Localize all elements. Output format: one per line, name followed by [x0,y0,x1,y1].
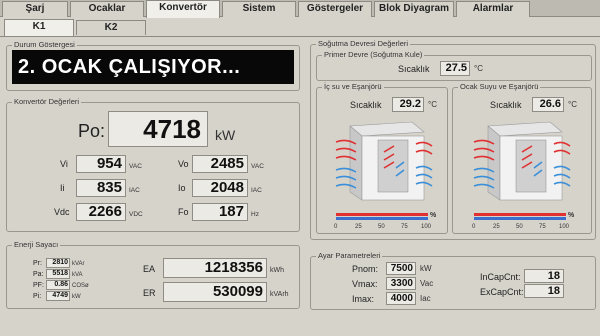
er-value: 530099 [163,282,267,302]
pr-value: 2810 [46,258,70,268]
subtab-divider [0,36,600,37]
ea-value: 1218356 [163,258,267,278]
vo-value: 2485 [192,155,248,173]
ocak-temp-unit: °C [568,100,577,109]
io-value: 2048 [192,179,248,197]
imax-label: Imax: [352,294,375,304]
status-panel-title: Durum Göstergesi [12,40,77,49]
fo-value: 187 [192,203,248,221]
status-display: 2. OCAK ÇALIŞIYOR... [12,50,294,84]
imax-value: 4000 [386,292,416,305]
po-value: 4718 [108,111,208,147]
energy-panel-title: Enerji Sayacı [12,240,61,249]
ii-label: Ii [60,183,65,193]
tab-k1[interactable]: K1 [4,19,74,36]
ocak-scale-0: 0 [472,224,476,230]
ocak-scale-75: 75 [539,224,546,230]
incap-label: InCapCnt: [480,272,521,282]
pa-unit: kVA [72,272,83,278]
inner-red-bar [336,213,428,216]
vmax-unit: Vac [420,279,434,288]
cooling-panel-title: Soğutma Devresi Değerleri [316,39,411,48]
ea-label: EA [143,264,156,274]
ocak-scale-50: 50 [516,224,523,230]
vi-label: Vi [60,159,68,169]
pnom-unit: kW [420,264,432,273]
inner-pct: % [430,212,437,219]
pnom-value: 7500 [386,262,416,275]
primer-panel-title: Primer Devre (Soğutma Kule) [322,50,425,59]
vo-label: Vo [178,159,189,169]
inner-temp-unit: °C [428,100,437,109]
ocak-scale-25: 25 [493,224,500,230]
main-tab-bar: Şarj Ocaklar Konvertör Sistem Göstergele… [0,0,600,18]
fo-unit: Hz [251,211,259,218]
primer-temp-value: 27.5 [440,61,470,76]
po-label: Po: [78,121,106,141]
po-unit: kW [215,127,236,143]
vi-unit: VAC [129,163,142,170]
ii-value: 835 [76,179,126,197]
pi-value: 4749 [46,291,70,301]
tab-konvertor[interactable]: Konvertör [146,0,220,18]
fo-label: Fo [178,207,189,217]
ocak-pct: % [568,212,575,219]
ii-unit: IAC [129,187,140,194]
primer-temp-unit: °C [474,64,483,73]
er-unit: kVArh [270,291,289,298]
vi-value: 954 [76,155,126,173]
io-unit: IAC [251,187,262,194]
tab-alarmlar[interactable]: Alarmlar [456,1,530,17]
tab-k2[interactable]: K2 [76,20,146,35]
excap-label: ExCapCnt: [480,287,524,297]
inner-exchanger-title: İç su ve Eşanjörü [322,82,384,91]
vo-unit: VAC [251,163,264,170]
er-label: ER [143,288,156,298]
inner-blue-bar [336,217,428,220]
vmax-label: Vmax: [352,279,378,289]
vdc-value: 2266 [76,203,126,221]
tab-sarj[interactable]: Şarj [2,1,68,17]
ocak-scale-100: 100 [559,224,570,230]
vmax-value: 3300 [386,277,416,290]
vdc-label: Vdc [54,207,70,217]
converter-panel-title: Konvertör Değerleri [12,97,82,106]
ea-unit: kWh [270,267,284,274]
ocak-exchanger-diagram [473,121,571,201]
inner-temp-label: Sıcaklık [350,100,382,110]
pf-unit: COSø [72,283,89,289]
tab-blok-diyagram[interactable]: Blok Diyagram [374,1,454,17]
ocak-temp-value: 26.6 [532,97,564,112]
inner-scale-0: 0 [334,224,338,230]
params-panel-title: Ayar Parametreleri [316,251,383,260]
tab-sistem[interactable]: Sistem [222,1,296,17]
ocak-red-bar [474,213,566,216]
inner-temp-value: 29.2 [392,97,424,112]
pi-unit: kW [72,294,81,300]
inner-scale-50: 50 [378,224,385,230]
pnom-label: Pnom: [352,264,379,274]
pr-unit: kVAr [72,261,85,267]
pf-value: 0.86 [46,280,70,290]
tab-gostergeler[interactable]: Göstergeler [298,1,372,17]
incap-value: 18 [524,269,564,283]
pr-label: Pr: [33,260,42,267]
tab-ocaklar[interactable]: Ocaklar [70,1,144,17]
ocak-temp-label: Sıcaklık [490,100,522,110]
inner-scale-100: 100 [421,224,432,230]
inner-scale-25: 25 [355,224,362,230]
ocak-blue-bar [474,217,566,220]
inner-scale-75: 75 [401,224,408,230]
io-label: Io [178,183,186,193]
pf-label: PF: [33,282,44,289]
excap-value: 18 [524,284,564,298]
vdc-unit: VDC [129,211,143,218]
imax-unit: Iac [420,294,431,303]
pa-label: Pa: [33,271,44,278]
ocak-exchanger-title: Ocak Suyu ve Eşanjörü [458,82,541,91]
inner-exchanger-diagram [335,121,433,201]
primer-temp-label: Sıcaklık [398,64,430,74]
pi-label: Pi: [33,293,42,300]
pa-value: 5518 [46,269,70,279]
